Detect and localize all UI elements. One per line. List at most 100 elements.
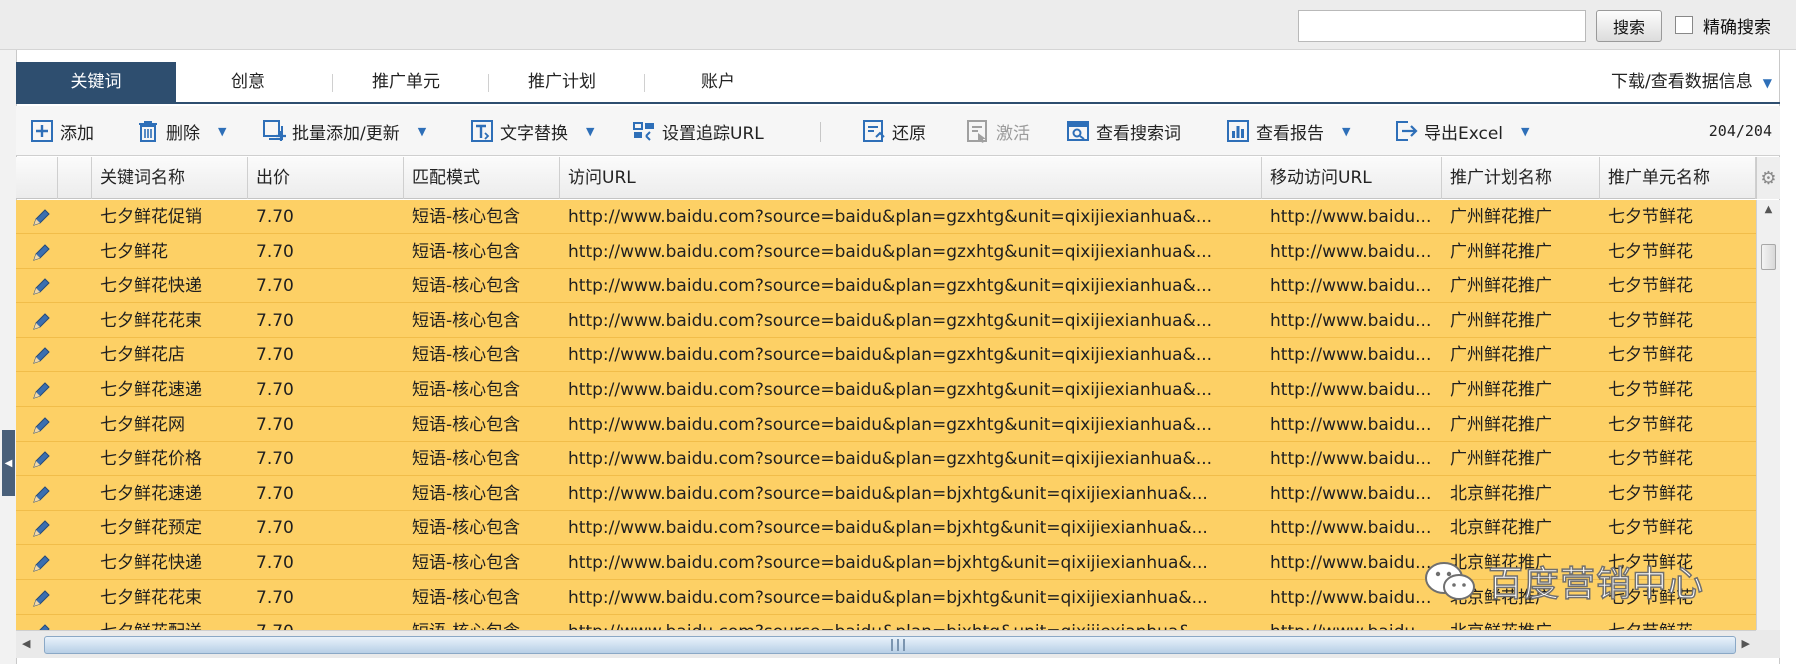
exact-search-checkbox[interactable] <box>1675 16 1693 34</box>
cell-campaign-name: 广州鲜花推广 <box>1450 241 1552 262</box>
table-row[interactable]: 七夕鲜花店 7.70 短语-核心包含 http://www.baidu.com?sou… <box>16 338 1756 373</box>
cell-mobile-url: http://www.baidu... <box>1270 553 1432 573</box>
caret-down-icon[interactable]: ▼ <box>218 125 226 138</box>
tab-creatives[interactable]: 创意 <box>188 62 308 102</box>
table-row[interactable]: 七夕鲜花配送7.70短语-核心包含http://www.baidu.com?so… <box>16 615 1756 630</box>
collapse-left-panel-button[interactable]: ◀ <box>2 430 15 496</box>
watermark: 百度营销中心 <box>1424 556 1704 607</box>
tab-account[interactable]: 账户 <box>654 62 782 102</box>
header-mobile-url[interactable]: 移动访问URL <box>1262 157 1442 199</box>
header-ad-group-name[interactable]: 推广单元名称 <box>1600 157 1756 199</box>
header-visit-url[interactable]: 访问URL <box>560 157 1262 199</box>
cell-ad-group-name: 七夕节鲜花 <box>1600 615 1756 630</box>
table-row[interactable]: 七夕鲜花速递 7.70 短语-核心包含 http://www.baidu.com?so… <box>16 373 1756 407</box>
view-report-button[interactable]: 查看报告 ▼ <box>1226 114 1350 148</box>
scroll-up-icon[interactable]: ▲ <box>1757 200 1780 220</box>
scrollbar-corner <box>1756 630 1780 658</box>
table-header: 关键词名称 出价 匹配模式 访问URL 移动访问URL 推广计划名称 推广单元名… <box>16 157 1780 199</box>
cell-ad-group-name: 七夕节鲜花 <box>1608 414 1693 435</box>
cell-mobile-url: http://www.baidu... <box>1270 587 1432 608</box>
header-match-type[interactable]: 匹配模式 <box>404 157 560 199</box>
tracking-url-label: 设置追踪URL <box>662 123 764 144</box>
tab-ad-groups[interactable]: 推广单元 <box>342 62 470 102</box>
search-button[interactable]: 搜索 <box>1596 10 1662 42</box>
restore-button[interactable]: 还原 <box>862 114 926 148</box>
table-row[interactable]: 七夕鲜花 7.70 短语-核心包含 http://www.baidu.com?sour… <box>16 235 1756 269</box>
chevron-left-icon: ◀ <box>4 457 13 469</box>
cell-ad-group-name: 七夕节鲜花 <box>1608 241 1693 262</box>
table-row[interactable]: 七夕鲜花促销 7.70 短语-核心包含 http://www.baidu.com?so… <box>16 200 1756 234</box>
horizontal-scroll-thumb[interactable] <box>44 636 1736 654</box>
tab-separator <box>644 74 645 92</box>
header-bid[interactable]: 出价 <box>248 157 404 199</box>
edit-pencil-icon[interactable] <box>30 622 52 630</box>
cell-visit-url: http://www.baidu.com?source=baidu&plan=g… <box>568 310 1213 331</box>
edit-pencil-icon[interactable] <box>30 276 52 298</box>
caret-down-icon[interactable]: ▼ <box>586 125 594 138</box>
edit-pencil-icon[interactable] <box>30 553 52 575</box>
batch-add-update-button[interactable]: 批量添加/更新 ▼ <box>262 114 426 148</box>
edit-pencil-icon[interactable] <box>30 415 52 437</box>
edit-pencil-icon[interactable] <box>30 484 52 506</box>
scroll-left-icon[interactable]: ◀ <box>22 637 30 650</box>
edit-pencil-icon[interactable] <box>30 518 52 540</box>
set-tracking-url-button[interactable]: 设置追踪URL <box>632 114 764 148</box>
cell-match-type: 短语-核心包含 <box>412 345 521 366</box>
caret-down-icon[interactable]: ▼ <box>1521 125 1529 138</box>
search-input[interactable] <box>1298 10 1586 42</box>
export-excel-label: 导出Excel <box>1424 123 1504 144</box>
tab-keywords[interactable]: 关键词 <box>16 62 176 102</box>
cell-mobile-url: http://www.baidu... <box>1270 380 1432 400</box>
text-replace-button[interactable]: 文字替换 ▼ <box>470 114 594 148</box>
delete-button[interactable]: 删除 ▼ <box>136 114 226 148</box>
table-row[interactable]: 七夕鲜花速递 7.70 短语-核心包含 http://www.baidu.com?so… <box>16 477 1756 511</box>
view-search-terms-button[interactable]: 查看搜索词 <box>1066 114 1181 148</box>
edit-pencil-icon[interactable] <box>30 242 52 264</box>
bar-chart-icon <box>1227 120 1249 142</box>
add-button[interactable]: 添加 <box>30 114 94 148</box>
cell-visit-url: http://www.baidu.com?source=baidu&plan=g… <box>568 380 1213 400</box>
table-row[interactable]: 七夕鲜花花束 7.70 短语-核心包含 http://www.baidu.com?so… <box>16 304 1756 338</box>
vertical-scroll-thumb[interactable] <box>1761 244 1776 270</box>
cell-campaign-name: 广州鲜花推广 <box>1450 380 1552 400</box>
horizontal-scrollbar[interactable]: ◀ ▶ <box>16 630 1756 658</box>
cell-match-type: 短语-核心包含 <box>412 518 521 539</box>
export-excel-button[interactable]: 导出Excel ▼ <box>1394 114 1530 148</box>
cell-keyword-name: 七夕鲜花快递 <box>100 276 202 297</box>
cell-keyword-name: 七夕鲜花促销 <box>100 207 202 227</box>
header-keyword-name[interactable]: 关键词名称 <box>92 157 248 199</box>
activate-button[interactable]: 激活 <box>966 114 1030 148</box>
caret-down-icon[interactable]: ▼ <box>1342 125 1350 138</box>
text-replace-icon <box>471 120 493 142</box>
table-row[interactable]: 七夕鲜花网 7.70 短语-核心包含 http://www.baidu.com?sou… <box>16 408 1756 442</box>
cell-keyword-name: 七夕鲜花网 <box>100 414 185 435</box>
restore-label: 还原 <box>892 123 926 144</box>
cell-bid: 7.70 <box>256 483 294 504</box>
cell-match-type: 短语-核心包含 <box>412 483 521 504</box>
edit-pencil-icon[interactable] <box>30 380 52 402</box>
edit-pencil-icon[interactable] <box>30 588 52 610</box>
column-settings-gear-icon[interactable]: ⚙ <box>1756 157 1780 199</box>
toolbar-separator <box>820 122 821 142</box>
table-row[interactable]: 七夕鲜花预定 7.70 短语-核心包含 http://www.baidu.com?so… <box>16 511 1756 546</box>
edit-pencil-icon[interactable] <box>30 345 52 367</box>
table-row[interactable]: 七夕鲜花快递 7.70 短语-核心包含 http://www.baidu.com?so… <box>16 269 1756 304</box>
cell-ad-group-name: 七夕节鲜花 <box>1608 518 1693 539</box>
scroll-right-icon[interactable]: ▶ <box>1742 637 1750 650</box>
tab-bar: 关键词 创意 推广单元 推广计划 账户 下载/查看数据信息 ▼ <box>16 60 1780 104</box>
edit-pencil-icon[interactable] <box>30 449 52 471</box>
header-campaign-name[interactable]: 推广计划名称 <box>1442 157 1600 199</box>
cell-mobile-url: http://www.baidu... <box>1270 345 1432 366</box>
edit-pencil-icon[interactable] <box>30 207 52 229</box>
cell-bid: 7.70 <box>256 449 294 470</box>
cell-visit-url: http://www.baidu.com?source=baidu&plan=g… <box>568 241 1213 262</box>
cell-keyword-name: 七夕鲜花价格 <box>100 449 202 470</box>
vertical-scrollbar[interactable]: ▲ <box>1756 200 1780 630</box>
edit-pencil-icon[interactable] <box>30 311 52 333</box>
table-row[interactable]: 七夕鲜花价格 7.70 短语-核心包含 http://www.baidu.com?so… <box>16 442 1756 477</box>
caret-down-icon[interactable]: ▼ <box>418 125 426 138</box>
cell-keyword-name: 七夕鲜花店 <box>100 345 185 366</box>
toolbar: 添加 删除 ▼ 批量添加/更新 ▼ 文字替换 ▼ 设置追踪URL 还原 激活 查看搜索… <box>16 106 1780 156</box>
download-data-dropdown[interactable]: 下载/查看数据信息 ▼ <box>1611 62 1772 102</box>
tab-campaigns[interactable]: 推广计划 <box>498 62 626 102</box>
